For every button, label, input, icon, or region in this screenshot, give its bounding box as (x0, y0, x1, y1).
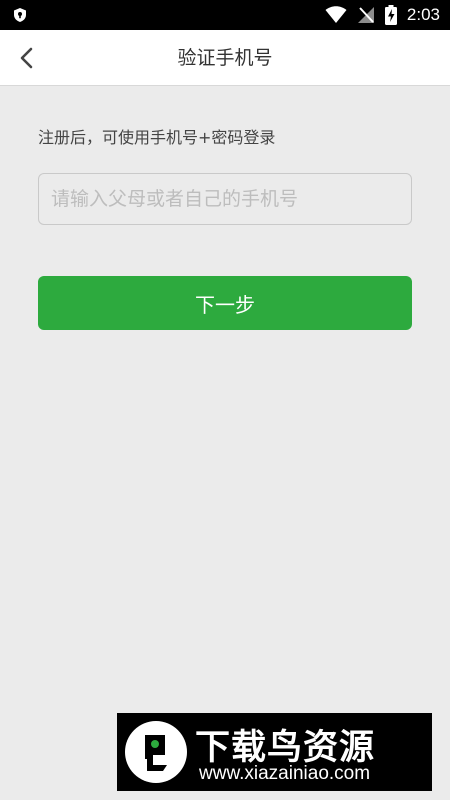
no-sim-icon (357, 7, 374, 23)
watermark-banner: 下载鸟资源 www.xiazainiao.com (117, 713, 432, 791)
status-time: 2:03 (406, 5, 440, 24)
battery-charging-icon (384, 5, 397, 25)
bird-logo-icon (125, 721, 187, 783)
next-step-button[interactable]: 下一步 (38, 276, 412, 330)
nav-bar: 验证手机号 (0, 30, 450, 86)
watermark-url: www.xiazainiao.com (199, 763, 371, 784)
login-hint-text: 注册后，可使用手机号+密码登录 (38, 128, 276, 147)
wifi-icon (325, 6, 347, 23)
status-bar: 2:03 (0, 0, 450, 30)
status-icons: 2:03 (325, 0, 440, 30)
shield-icon (14, 8, 26, 22)
phone-number-input[interactable] (38, 173, 412, 225)
page-title: 验证手机号 (177, 47, 273, 69)
